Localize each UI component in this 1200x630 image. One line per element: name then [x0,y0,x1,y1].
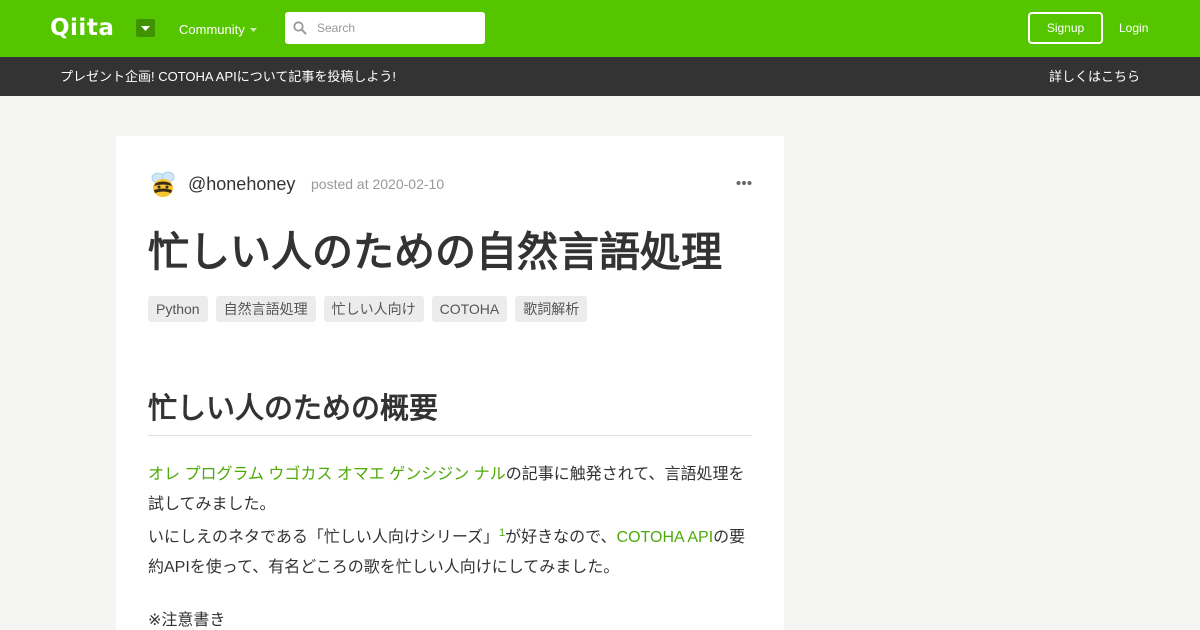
tag-nlp[interactable]: 自然言語処理 [215,296,316,322]
paragraph-motivation: いにしえのネタである「忙しい人向けシリーズ」1が好きなので、COTOHA API… [148,523,752,583]
banner-text: プレゼント企画! COTOHA APIについて記事を投稿しよう! [60,69,396,84]
more-options-icon[interactable] [736,180,752,186]
section-heading: 忙しい人のための概要 [148,393,439,425]
tag-list: Python 自然言語処理 忙しい人向け COTOHA 歌詞解析 [148,296,588,322]
search-box[interactable] [285,12,485,44]
note-heading: ※注意書き [148,612,226,629]
logo-menu-button[interactable] [136,19,155,37]
search-icon [293,21,307,35]
banner-details-link[interactable]: 詳しくはこちら [1049,68,1140,85]
tag-python[interactable]: Python [148,296,208,322]
posted-date: posted at 2020-02-10 [311,176,445,192]
author-name[interactable]: @honehoney [188,173,295,195]
menu-caret-icon [141,26,150,31]
referenced-article-link[interactable]: オレ プログラム ウゴカス オマエ ゲンシジン ナル [148,466,506,483]
tag-for-busy-people[interactable]: 忙しい人向け [323,296,424,322]
announcement-banner: プレゼント企画! COTOHA APIについて記事を投稿しよう! 詳しくはこちら [0,57,1200,96]
signup-button[interactable]: Signup [1028,12,1103,44]
login-link[interactable]: Login [1119,20,1148,36]
tag-cotoha[interactable]: COTOHA [431,296,508,322]
top-navbar: Qiita Community Signup Login [0,0,1200,57]
article-card: @honehoney posted at 2020-02-10 忙しい人のための… [116,136,784,630]
paragraph-motivation-text-b: が好きなので、 [505,529,617,546]
section-divider [148,435,752,436]
community-menu[interactable]: Community [179,22,245,38]
article-title: 忙しい人のための自然言語処理 [148,229,722,275]
bee-avatar-icon[interactable] [148,168,178,200]
cotoha-api-link[interactable]: COTOHA API [617,529,714,546]
qiita-logo[interactable]: Qiita [50,14,114,42]
paragraph-intro: オレ プログラム ウゴカス オマエ ゲンシジン ナルの記事に触発されて、言語処理… [148,460,752,520]
search-input[interactable] [311,12,481,44]
paragraph-motivation-text-a: いにしえのネタである「忙しい人向けシリーズ」 [148,529,500,546]
tag-lyrics-analysis[interactable]: 歌詞解析 [515,296,588,322]
caret-down-icon[interactable] [249,27,258,33]
